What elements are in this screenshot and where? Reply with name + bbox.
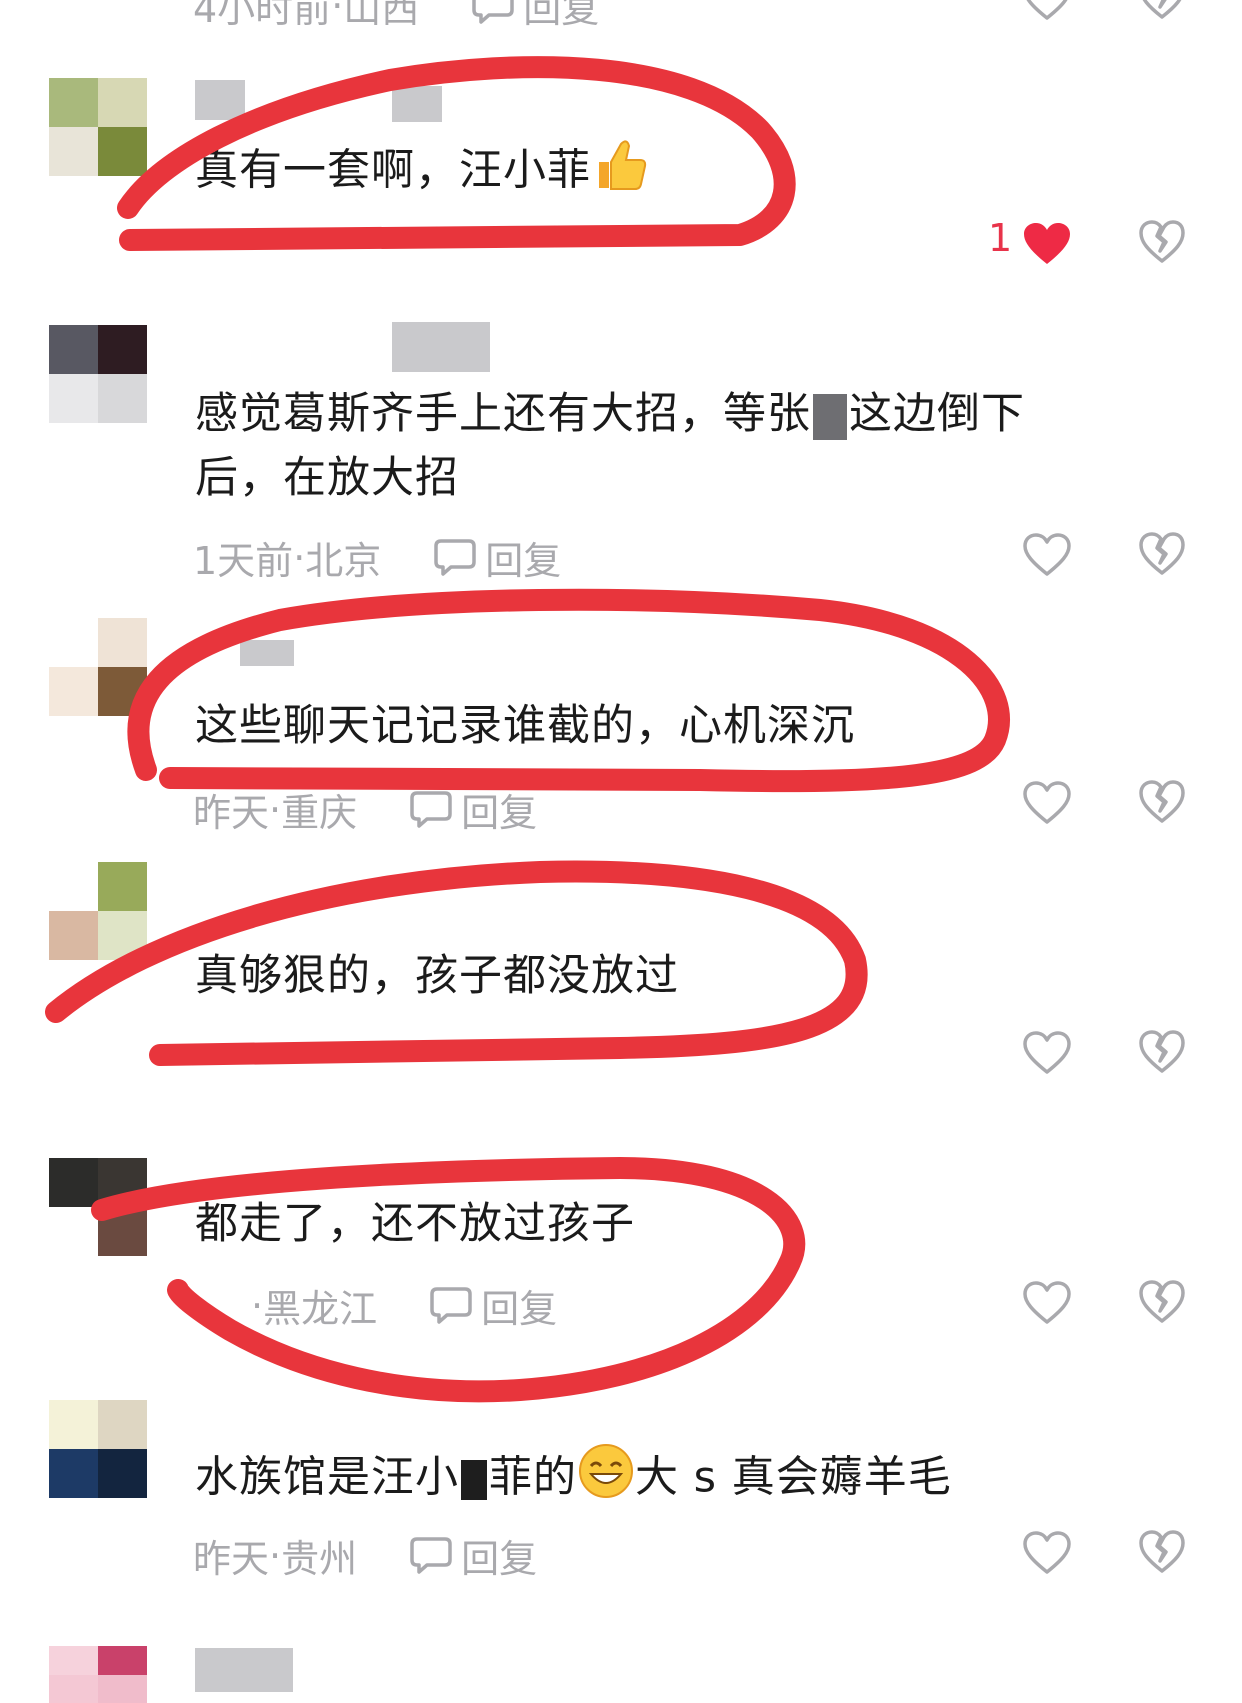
meta-separator: ·	[293, 535, 306, 580]
reply-label: 回复	[523, 0, 600, 31]
reply-label: 回复	[481, 1287, 558, 1331]
avatar[interactable]	[49, 1158, 147, 1256]
avatar[interactable]	[49, 325, 147, 423]
reply-button[interactable]: 回复	[409, 1528, 537, 1583]
heart-outline-icon[interactable]	[1022, 1280, 1072, 1326]
username-redacted	[392, 86, 442, 122]
broken-heart-icon[interactable]	[1138, 778, 1186, 826]
comment-location: 贵州	[281, 1537, 358, 1581]
heart-outline-icon[interactable]	[1022, 1530, 1072, 1576]
comment-time: 昨天	[193, 1537, 270, 1581]
broken-heart-icon[interactable]	[1138, 530, 1186, 578]
comment-meta: 昨天 · 重庆 回复	[193, 782, 537, 837]
comment-text: 真够狠的，孩子都没放过	[195, 951, 679, 1001]
reply-button[interactable]: 回复	[429, 1278, 557, 1333]
comment-meta: 1天前 · 北京 回复	[193, 530, 561, 585]
comment-time: 昨天	[193, 791, 270, 835]
redaction-mark	[461, 1460, 487, 1500]
avatar[interactable]	[49, 862, 147, 960]
meta-separator: ·	[269, 1533, 282, 1578]
comment-time: 4小时前	[193, 0, 332, 31]
comment-text: 真有一套啊，汪小菲	[195, 134, 651, 212]
comment-meta: 昨天 · 贵州 回复	[193, 1528, 537, 1583]
comment-text-line2: 后，在放大招	[195, 453, 459, 503]
reply-button[interactable]: 回复	[409, 782, 537, 837]
heart-outline-icon[interactable]	[1022, 0, 1072, 22]
meta-separator: ·	[251, 1283, 264, 1328]
comment-meta: 4小时前 · 山西 回复	[193, 0, 599, 33]
thumbs-up-emoji	[591, 134, 651, 212]
comment-meta: · 黑龙江 回复	[193, 1278, 557, 1333]
comment-location: 黑龙江	[263, 1287, 378, 1331]
comment-location: 山西	[343, 0, 420, 31]
username-redacted	[240, 640, 294, 666]
avatar[interactable]	[49, 1646, 147, 1703]
grin-emoji	[577, 1442, 635, 1518]
username-redacted	[195, 80, 245, 120]
avatar[interactable]	[49, 78, 147, 176]
heart-outline-icon[interactable]	[1022, 532, 1072, 578]
comment-location: 北京	[305, 539, 382, 583]
comment-time: 1天前	[193, 539, 294, 583]
avatar[interactable]	[49, 618, 147, 716]
comment-text: 水族馆是汪小 菲的 大 s 真会薅羊毛	[195, 1442, 952, 1518]
broken-heart-icon[interactable]	[1138, 1278, 1186, 1326]
meta-separator: ·	[331, 0, 344, 28]
avatar[interactable]	[49, 1400, 147, 1498]
comment-text: 都走了，还不放过孩子	[195, 1199, 635, 1249]
heart-filled-icon[interactable]	[1022, 221, 1072, 267]
speech-bubble-icon	[409, 790, 453, 830]
meta-separator: ·	[269, 787, 282, 832]
speech-bubble-icon	[409, 1536, 453, 1576]
heart-outline-icon[interactable]	[1022, 780, 1072, 826]
reply-label: 回复	[461, 791, 538, 835]
broken-heart-icon[interactable]	[1138, 1528, 1186, 1576]
broken-heart-icon[interactable]	[1138, 1028, 1186, 1076]
broken-heart-icon[interactable]	[1138, 0, 1186, 22]
comment-text: 感觉葛斯齐手上还有大招，等张 这边倒下	[195, 389, 1025, 440]
reply-label: 回复	[485, 539, 562, 583]
reply-label: 回复	[461, 1537, 538, 1581]
reply-button[interactable]: 回复	[471, 0, 599, 33]
speech-bubble-icon	[471, 0, 515, 26]
heart-outline-icon[interactable]	[1022, 1030, 1072, 1076]
like-count: 1	[988, 216, 1013, 260]
username-redacted	[195, 1648, 293, 1692]
speech-bubble-icon	[433, 538, 477, 578]
comment-text: 这些聊天记记录谁截的，心机深沉	[195, 701, 855, 751]
broken-heart-icon[interactable]	[1138, 218, 1186, 266]
username-redacted	[392, 322, 490, 372]
comment-location: 重庆	[281, 791, 358, 835]
reply-button[interactable]: 回复	[433, 530, 561, 585]
redaction-mark	[813, 393, 847, 440]
speech-bubble-icon	[429, 1286, 473, 1326]
